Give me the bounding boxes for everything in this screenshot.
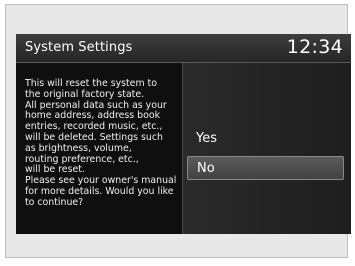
title-bar: System Settings 12:34 (16, 34, 351, 63)
clock-display: 12:34 (286, 36, 343, 58)
yes-button[interactable]: Yes (187, 127, 344, 151)
no-button[interactable]: No (187, 156, 344, 180)
no-button-label: No (197, 161, 215, 176)
screen-title: System Settings (25, 40, 133, 55)
options-panel: Yes No (182, 63, 351, 234)
infotainment-screen: System Settings 12:34 This will reset th… (16, 34, 351, 234)
reset-warning-message: This will reset the system to the origin… (25, 78, 177, 208)
yes-button-label: Yes (196, 131, 217, 146)
manual-figure: System Settings 12:34 This will reset th… (0, 0, 355, 266)
